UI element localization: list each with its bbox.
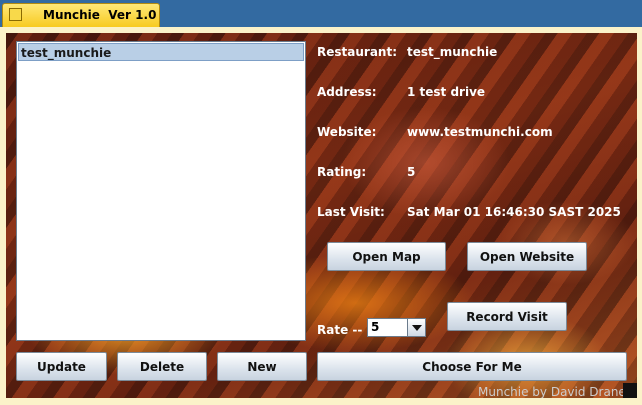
window-title: Munchie Ver 1.0 [43,8,157,22]
rate-selected-value: 5 [371,320,380,334]
address-label: Address: [317,85,377,99]
website-value: www.testmunchi.com [407,125,553,139]
last-visit-label: Last Visit: [317,205,385,219]
chevron-down-icon[interactable] [407,319,425,336]
address-value: 1 test drive [407,85,486,99]
resize-grip[interactable] [623,383,637,398]
new-button[interactable]: New [217,352,307,381]
delete-button[interactable]: Delete [117,352,207,381]
update-button[interactable]: Update [16,352,107,381]
rating-label: Rating: [317,165,367,179]
title-bar: Munchie Ver 1.0 [0,0,642,28]
window-frame: test_munchie Restaurant: test_munchie Ad… [0,27,642,405]
rating-value: 5 [407,165,416,179]
app-icon [9,8,22,21]
record-visit-button[interactable]: Record Visit [447,302,567,331]
window-title-tab[interactable]: Munchie Ver 1.0 [2,3,160,28]
rate-label: Rate -- [317,323,363,337]
restaurant-value: test_munchie [407,45,498,59]
open-map-button[interactable]: Open Map [327,242,446,271]
choose-for-me-button[interactable]: Choose For Me [317,352,627,381]
restaurant-label: Restaurant: [317,45,397,59]
rate-dropdown[interactable]: 5 [367,318,426,337]
footer-credit: Munchie by David Drane [478,385,626,398]
website-label: Website: [317,125,377,139]
restaurant-list[interactable]: test_munchie [16,41,306,341]
list-item[interactable]: test_munchie [18,43,304,61]
last-visit-value: Sat Mar 01 16:46:30 SAST 2025 [407,205,621,219]
content-panel: test_munchie Restaurant: test_munchie Ad… [6,33,637,398]
open-website-button[interactable]: Open Website [467,242,587,271]
